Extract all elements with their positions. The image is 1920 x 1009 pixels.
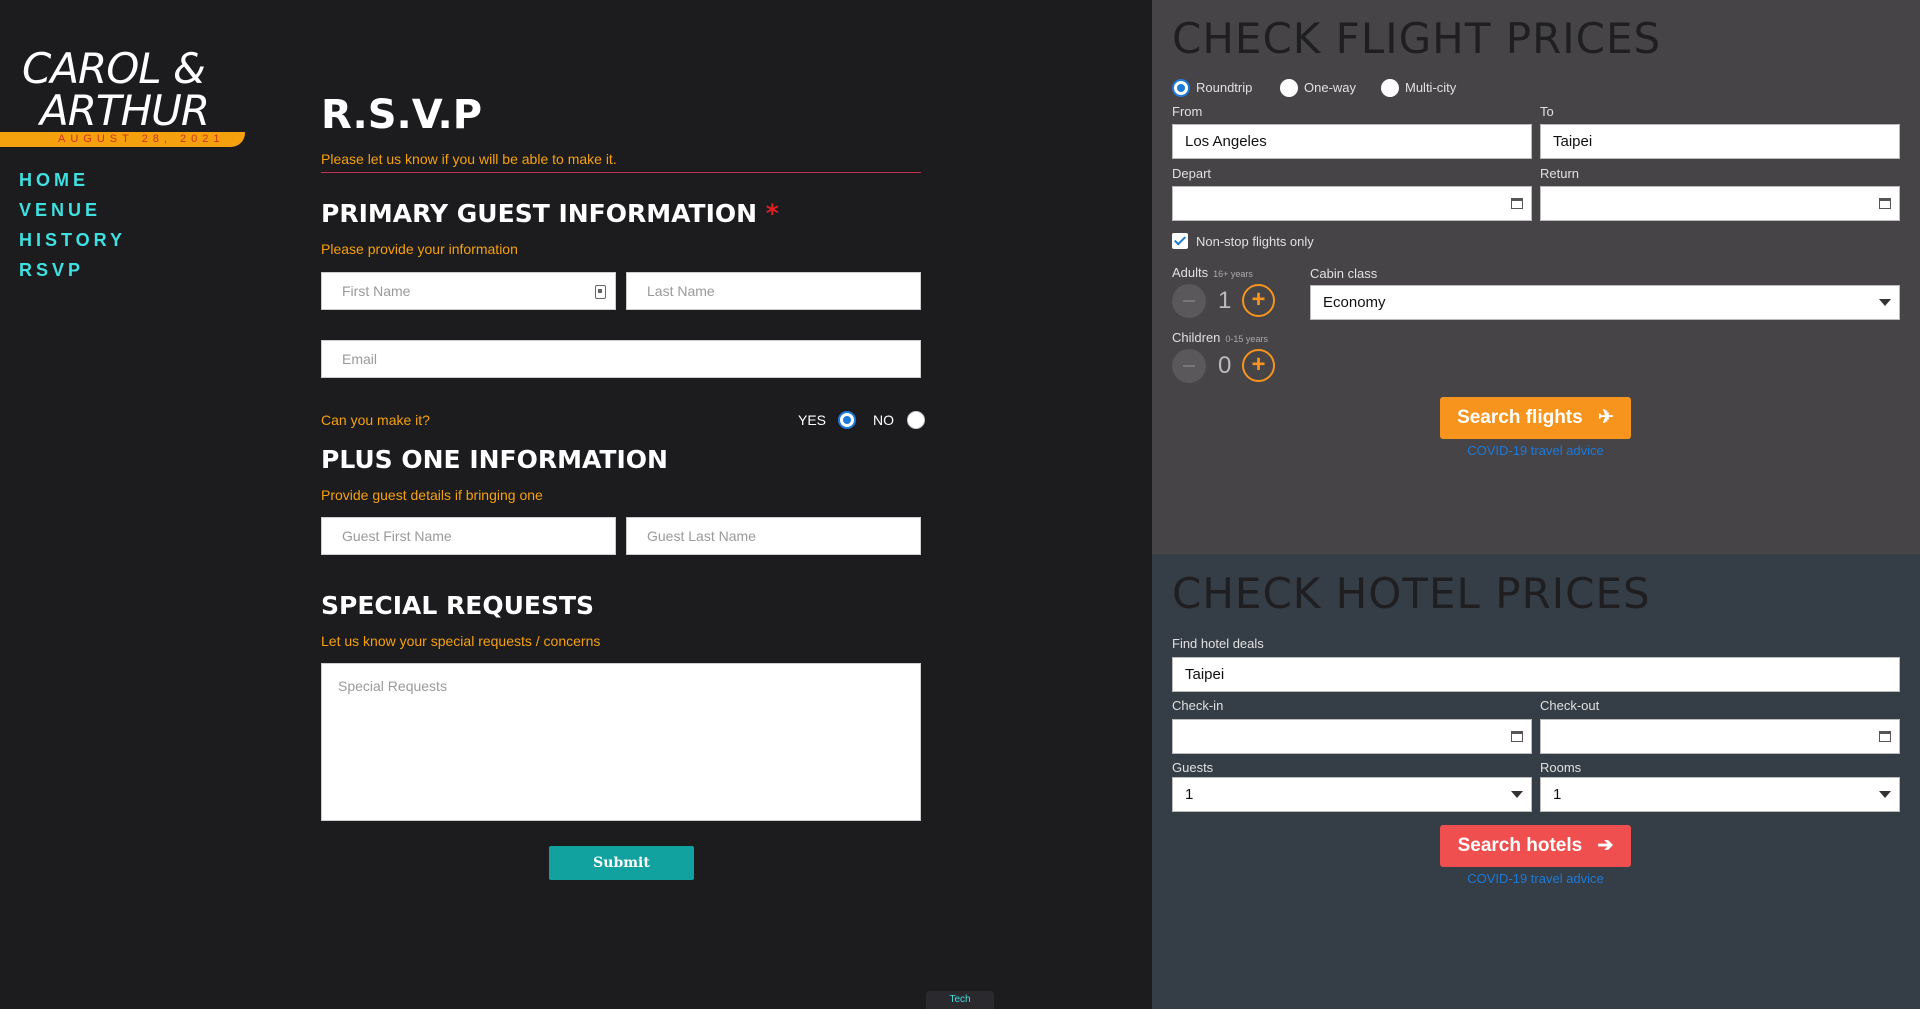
wedding-site: CAROL & ARTHUR AUGUST 28, 2021 HOME VENU… bbox=[0, 0, 1152, 1009]
covid-advice-link[interactable]: COVID-19 travel advice bbox=[1440, 443, 1631, 458]
airplane-icon: ✈ bbox=[1598, 407, 1614, 428]
to-label: To bbox=[1540, 104, 1554, 119]
last-name-input[interactable] bbox=[626, 272, 921, 310]
children-hint: 0-15 years bbox=[1225, 334, 1268, 344]
no-radio[interactable] bbox=[907, 411, 925, 429]
children-increment-button[interactable]: + bbox=[1242, 349, 1275, 382]
rsvp-subtitle: Please let us know if you will be able t… bbox=[321, 151, 617, 167]
adults-increment-button[interactable]: + bbox=[1242, 284, 1275, 317]
nav-rsvp[interactable]: RSVP bbox=[19, 260, 126, 281]
plus-one-subtitle: Provide guest details if bringing one bbox=[321, 487, 543, 503]
return-label: Return bbox=[1540, 166, 1580, 181]
rooms-select[interactable]: 1 bbox=[1540, 777, 1900, 812]
guest-last-name-input[interactable] bbox=[626, 517, 921, 555]
required-asterisk: * bbox=[765, 199, 779, 228]
roundtrip-label: Roundtrip bbox=[1196, 80, 1253, 95]
search-flights-label: Search flights bbox=[1457, 407, 1583, 428]
travel-widgets: CHECK FLIGHT PRICES Roundtrip One-way Mu… bbox=[1152, 0, 1920, 1009]
special-requests-textarea[interactable] bbox=[321, 663, 921, 821]
adults-hint: 16+ years bbox=[1213, 269, 1253, 279]
wedding-date: AUGUST 28, 2021 bbox=[58, 133, 225, 145]
checkin-date-input[interactable] bbox=[1172, 719, 1532, 754]
children-decrement-button[interactable] bbox=[1172, 349, 1206, 383]
logo-line-2: ARTHUR bbox=[40, 86, 210, 135]
hotel-widget: CHECK HOTEL PRICES Find hotel deals Chec… bbox=[1152, 554, 1920, 1009]
from-input[interactable] bbox=[1172, 124, 1532, 159]
flight-widget: CHECK FLIGHT PRICES Roundtrip One-way Mu… bbox=[1152, 0, 1920, 554]
yes-radio[interactable] bbox=[838, 411, 856, 429]
chevron-down-icon bbox=[1879, 791, 1891, 798]
children-label: Children 0-15 years bbox=[1172, 330, 1268, 345]
cabin-class-label: Cabin class bbox=[1310, 266, 1378, 281]
guests-select[interactable]: 1 bbox=[1172, 777, 1532, 812]
multi-city-label: Multi-city bbox=[1405, 80, 1457, 95]
primary-guest-heading-text: PRIMARY GUEST INFORMATION bbox=[321, 199, 758, 228]
primary-guest-heading: PRIMARY GUEST INFORMATION * bbox=[321, 199, 779, 228]
search-flights-button[interactable]: Search flights ✈ bbox=[1440, 397, 1631, 439]
divider bbox=[321, 172, 921, 173]
special-requests-heading: SPECIAL REQUESTS bbox=[321, 591, 595, 620]
hotel-destination-input[interactable] bbox=[1172, 657, 1900, 692]
calendar-icon bbox=[1511, 731, 1523, 742]
depart-label: Depart bbox=[1172, 166, 1212, 181]
one-way-label: One-way bbox=[1304, 80, 1357, 95]
checkout-label: Check-out bbox=[1540, 698, 1600, 713]
calendar-icon bbox=[1879, 731, 1891, 742]
calendar-icon bbox=[1511, 198, 1523, 209]
no-label: NO bbox=[873, 412, 894, 428]
find-hotel-label: Find hotel deals bbox=[1172, 636, 1264, 651]
email-input[interactable] bbox=[321, 340, 921, 378]
site-logo[interactable]: CAROL & ARTHUR AUGUST 28, 2021 bbox=[0, 40, 250, 150]
plus-one-heading: PLUS ONE INFORMATION bbox=[321, 445, 668, 474]
checkout-date-input[interactable] bbox=[1540, 719, 1900, 754]
multi-city-radio[interactable] bbox=[1381, 79, 1399, 97]
from-label: From bbox=[1172, 104, 1203, 119]
attendance-question: Can you make it? bbox=[321, 412, 430, 428]
checkin-label: Check-in bbox=[1172, 698, 1224, 713]
to-input[interactable] bbox=[1540, 124, 1900, 159]
special-requests-subtitle: Let us know your special requests / conc… bbox=[321, 633, 601, 649]
main-nav: HOME VENUE HISTORY RSVP bbox=[19, 170, 126, 290]
children-count: 0 bbox=[1218, 352, 1232, 379]
chevron-down-icon bbox=[1879, 299, 1891, 306]
adults-count: 1 bbox=[1218, 287, 1232, 314]
nonstop-checkbox[interactable] bbox=[1172, 233, 1188, 249]
children-label-text: Children bbox=[1172, 330, 1221, 345]
search-hotels-button[interactable]: Search hotels ➔ bbox=[1440, 825, 1631, 867]
nav-home[interactable]: HOME bbox=[19, 170, 126, 191]
nav-history[interactable]: HISTORY bbox=[19, 230, 126, 251]
cabin-class-select[interactable]: Economy bbox=[1310, 285, 1900, 320]
flight-widget-title: CHECK FLIGHT PRICES bbox=[1172, 14, 1662, 63]
hotel-widget-title: CHECK HOTEL PRICES bbox=[1172, 569, 1651, 618]
contact-card-icon bbox=[595, 285, 606, 299]
tech-tab[interactable]: Tech bbox=[926, 991, 994, 1009]
one-way-radio[interactable] bbox=[1280, 79, 1298, 97]
adults-label: Adults 16+ years bbox=[1172, 265, 1253, 280]
submit-button[interactable]: Submit bbox=[549, 846, 694, 880]
depart-date-input[interactable] bbox=[1172, 186, 1532, 221]
covid-advice-link[interactable]: COVID-19 travel advice bbox=[1440, 871, 1631, 886]
nav-venue[interactable]: VENUE bbox=[19, 200, 126, 221]
adults-label-text: Adults bbox=[1172, 265, 1209, 280]
arrow-right-icon: ➔ bbox=[1597, 835, 1614, 856]
roundtrip-radio[interactable] bbox=[1172, 79, 1190, 97]
search-hotels-label: Search hotels bbox=[1457, 835, 1583, 856]
return-date-input[interactable] bbox=[1540, 186, 1900, 221]
first-name-input[interactable] bbox=[321, 272, 616, 310]
chevron-down-icon bbox=[1511, 791, 1523, 798]
guest-first-name-input[interactable] bbox=[321, 517, 616, 555]
primary-guest-subtitle: Please provide your information bbox=[321, 241, 518, 257]
rsvp-title: R.S.V.P bbox=[321, 92, 483, 138]
nonstop-label: Non-stop flights only bbox=[1196, 234, 1314, 249]
guests-label: Guests bbox=[1172, 760, 1214, 775]
calendar-icon bbox=[1879, 198, 1891, 209]
adults-decrement-button[interactable] bbox=[1172, 284, 1206, 318]
rooms-label: Rooms bbox=[1540, 760, 1582, 775]
yes-label: YES bbox=[798, 412, 827, 428]
